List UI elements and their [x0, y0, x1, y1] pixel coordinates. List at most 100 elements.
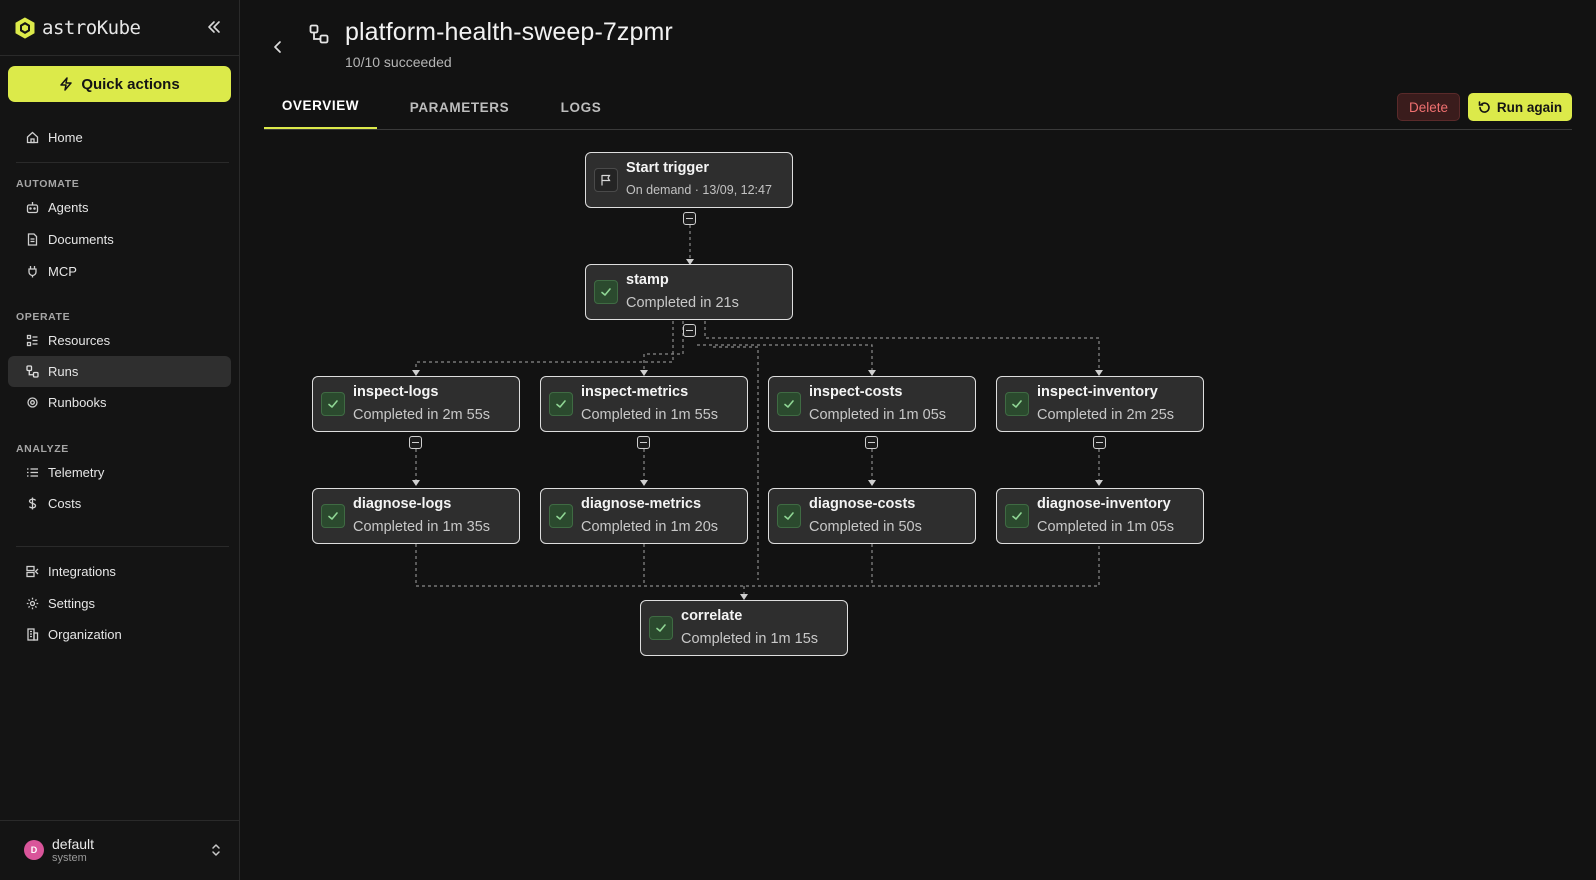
- user-info: default system: [52, 836, 94, 865]
- sidebar-item-home[interactable]: Home: [8, 122, 231, 153]
- check-icon: [321, 504, 345, 528]
- node-name: inspect-inventory: [1037, 384, 1158, 400]
- user-switcher[interactable]: D default system: [14, 832, 230, 868]
- dag-node-stamp[interactable]: stamp Completed in 21s: [585, 264, 793, 320]
- integrations-icon: [26, 565, 39, 578]
- tab-parameters[interactable]: PARAMETERS: [377, 84, 542, 130]
- collapse-toggle[interactable]: [683, 212, 696, 225]
- node-status: Completed in 1m 15s: [681, 631, 819, 647]
- delete-button[interactable]: Delete: [1397, 93, 1460, 121]
- collapse-toggle[interactable]: [637, 436, 650, 449]
- dag-node-diagnose-metrics[interactable]: diagnose-metrics Completed in 1m 20s: [540, 488, 748, 544]
- logo-icon: [15, 17, 35, 39]
- divider: [16, 162, 229, 163]
- divider: [264, 129, 1572, 130]
- sidebar: astroKube Quick actions Home AUTOMATE Ag…: [0, 0, 240, 880]
- tab-overview[interactable]: OVERVIEW: [264, 84, 377, 130]
- brand-name: astroKube: [42, 17, 141, 39]
- chevron-left-icon: [274, 41, 281, 53]
- dag-node-inspect-costs[interactable]: inspect-costs Completed in 1m 05s: [768, 376, 976, 432]
- sidebar-item-agents[interactable]: Agents: [8, 192, 231, 223]
- node-status: Completed in 1m 05s: [809, 407, 947, 423]
- sidebar-item-mcp[interactable]: MCP: [8, 256, 231, 287]
- sidebar-item-costs[interactable]: Costs: [8, 488, 231, 519]
- node-status: On demand · 13/09, 12:47: [626, 183, 772, 197]
- run-again-button[interactable]: Run again: [1468, 93, 1572, 121]
- back-button[interactable]: [268, 37, 288, 57]
- divider: [0, 55, 239, 56]
- dag-node-inspect-inventory[interactable]: inspect-inventory Completed in 2m 25s: [996, 376, 1204, 432]
- dag-node-inspect-metrics[interactable]: inspect-metrics Completed in 1m 55s: [540, 376, 748, 432]
- cog-book-icon: [27, 397, 38, 408]
- collapse-toggle[interactable]: [683, 324, 696, 337]
- node-status: Completed in 2m 55s: [353, 407, 491, 423]
- dag-node-correlate[interactable]: correlate Completed in 1m 15s: [640, 600, 848, 656]
- sidebar-item-label: Settings: [48, 596, 95, 611]
- home-icon: [26, 131, 39, 144]
- workflow-icon: [26, 365, 39, 378]
- sidebar-item-label: Home: [48, 130, 83, 145]
- node-status: Completed in 50s: [809, 519, 922, 535]
- check-icon: [777, 504, 801, 528]
- collapse-sidebar-button[interactable]: [204, 17, 224, 37]
- node-name: stamp: [626, 272, 669, 288]
- sidebar-item-telemetry[interactable]: Telemetry: [8, 457, 231, 488]
- collapse-toggle[interactable]: [865, 436, 878, 449]
- sidebar-item-runs[interactable]: Runs: [8, 356, 231, 387]
- list-grid-icon: [26, 334, 38, 347]
- sidebar-item-resources[interactable]: Resources: [8, 325, 231, 356]
- check-icon: [321, 392, 345, 416]
- node-status: Completed in 1m 20s: [581, 519, 719, 535]
- sidebar-item-organization[interactable]: Organization: [8, 619, 231, 650]
- plug-icon: [28, 266, 37, 278]
- dag-node-diagnose-logs[interactable]: diagnose-logs Completed in 1m 35s: [312, 488, 520, 544]
- section-label-analyze: ANALYZE: [16, 443, 69, 455]
- check-icon: [549, 504, 573, 528]
- node-name: inspect-costs: [809, 384, 903, 400]
- sidebar-item-label: Integrations: [48, 564, 116, 579]
- dag-node-diagnose-costs[interactable]: diagnose-costs Completed in 50s: [768, 488, 976, 544]
- check-icon: [549, 392, 573, 416]
- refresh-icon: [1478, 100, 1490, 113]
- sidebar-item-documents[interactable]: Documents: [8, 224, 231, 255]
- sidebar-item-label: Resources: [48, 333, 111, 348]
- node-status: Completed in 2m 25s: [1037, 407, 1175, 423]
- user-name: default: [52, 835, 95, 852]
- brand-logo[interactable]: astroKube: [14, 14, 141, 42]
- workflow-icon: [309, 24, 329, 44]
- node-name: inspect-metrics: [581, 384, 689, 400]
- section-label-automate: AUTOMATE: [16, 178, 80, 190]
- collapse-toggle[interactable]: [409, 436, 422, 449]
- list-icon: [27, 468, 38, 477]
- sidebar-item-runbooks[interactable]: Runbooks: [8, 387, 231, 418]
- node-name: diagnose-inventory: [1037, 496, 1171, 512]
- dag-node-diagnose-inventory[interactable]: diagnose-inventory Completed in 1m 05s: [996, 488, 1204, 544]
- dag-node-inspect-logs[interactable]: inspect-logs Completed in 2m 55s: [312, 376, 520, 432]
- quick-actions-button[interactable]: Quick actions: [8, 66, 231, 102]
- node-name: diagnose-logs: [353, 496, 452, 512]
- divider: [0, 820, 239, 821]
- node-name: diagnose-costs: [809, 496, 916, 512]
- flag-icon: [594, 168, 618, 192]
- check-icon: [594, 280, 618, 304]
- sidebar-item-label: Documents: [48, 232, 114, 247]
- check-icon: [649, 616, 673, 640]
- gear-icon: [26, 597, 39, 610]
- check-icon: [1005, 504, 1029, 528]
- bolt-icon: [60, 77, 73, 91]
- tab-bar: OVERVIEW PARAMETERS LOGS: [264, 84, 620, 130]
- tab-logs[interactable]: LOGS: [542, 84, 620, 130]
- sidebar-item-settings[interactable]: Settings: [8, 588, 231, 619]
- dag-node-trigger[interactable]: Start trigger On demand · 13/09, 12:47: [585, 152, 793, 208]
- sidebar-item-integrations[interactable]: Integrations: [8, 556, 231, 587]
- page-title: platform-health-sweep-7zpmr: [345, 18, 673, 46]
- check-icon: [1005, 392, 1029, 416]
- quick-actions-label: Quick actions: [81, 75, 180, 93]
- robot-icon: [26, 202, 39, 214]
- node-name: correlate: [681, 608, 743, 624]
- divider: [16, 546, 229, 547]
- node-name: Start trigger: [626, 160, 709, 176]
- sidebar-item-label: Runs: [48, 364, 79, 379]
- collapse-toggle[interactable]: [1093, 436, 1106, 449]
- node-status: Completed in 21s: [626, 295, 739, 311]
